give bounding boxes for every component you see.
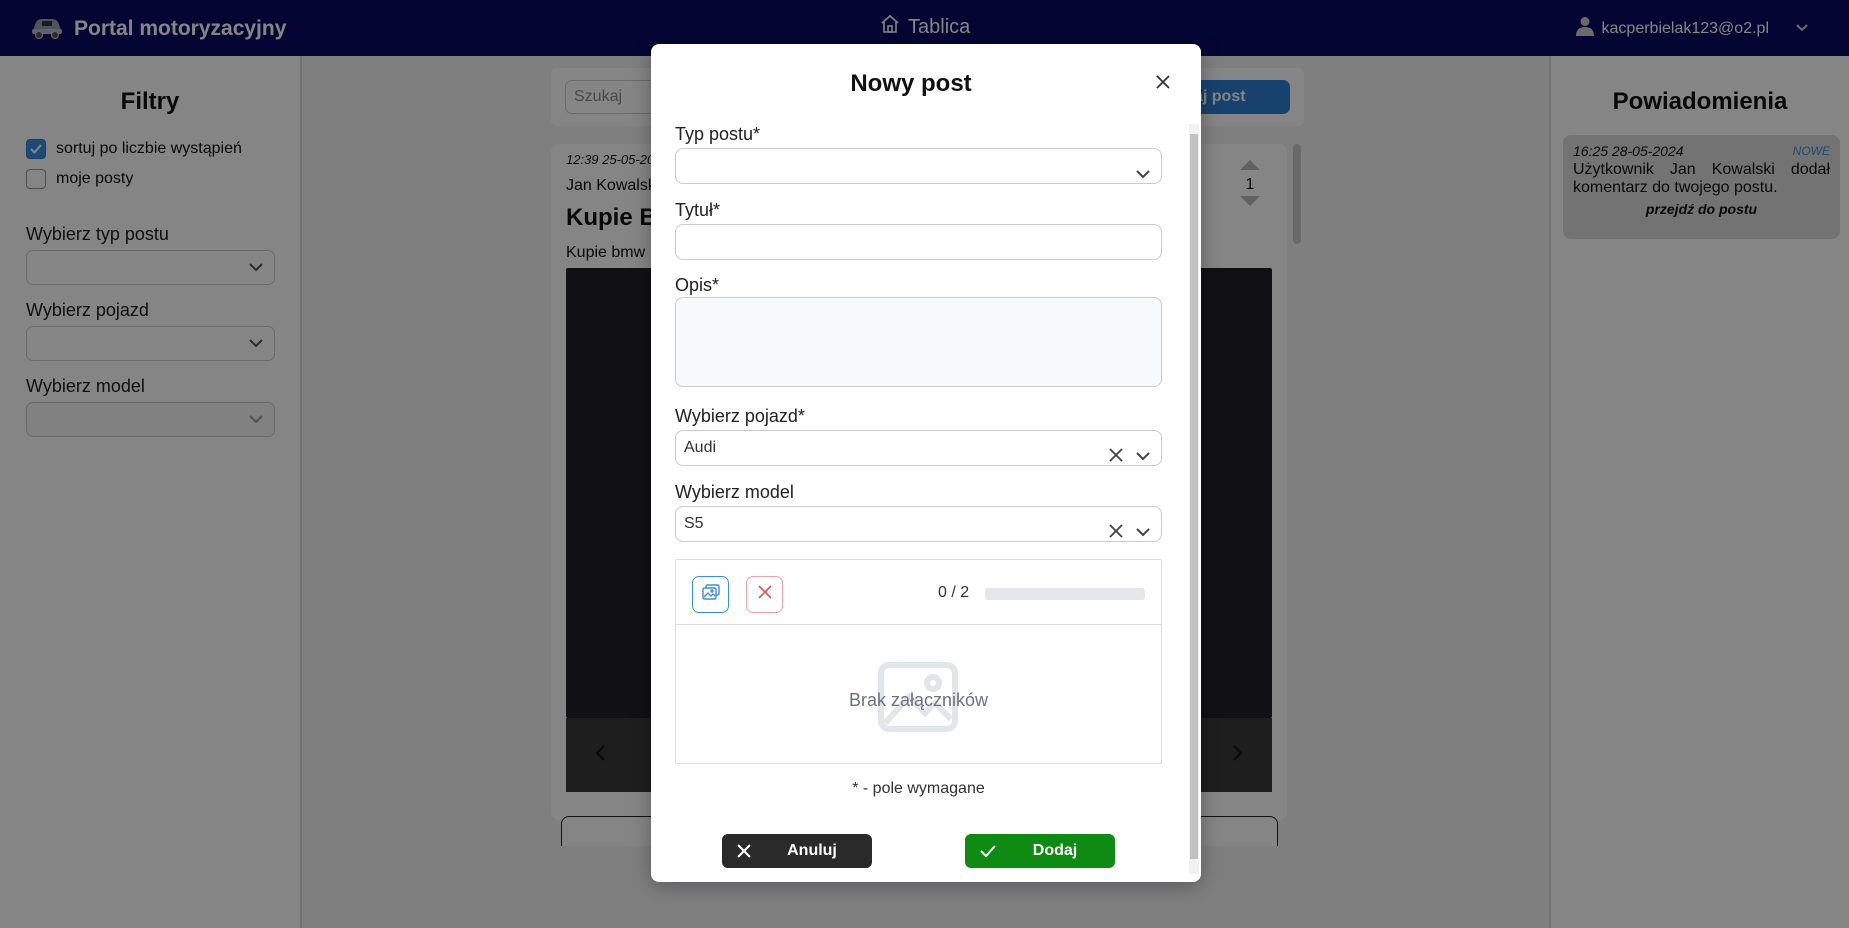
clear-attachments-button[interactable] (746, 576, 783, 613)
chevron-down-icon (1135, 159, 1151, 192)
images-icon (701, 584, 720, 605)
new-post-modal: Nowy post Typ postu* Tytuł* Opis* Wybier… (651, 44, 1201, 882)
required-fields-note: * - pole wymagane (852, 780, 985, 797)
post-type-label: Typ postu* (675, 124, 761, 144)
description-label: Opis* (675, 275, 720, 295)
attachments-count: 0 / 2 (938, 584, 970, 601)
cancel-button-label: Anuluj (787, 842, 837, 859)
chevron-down-icon (1135, 441, 1151, 474)
modal-scrollbar-thumb[interactable] (1190, 134, 1198, 859)
model-label: Wybierz model (675, 482, 794, 502)
attachments-upload: 0 / 2 Brak załączników (675, 559, 1162, 764)
close-icon (757, 585, 772, 604)
modal-title: Nowy post (850, 70, 972, 97)
description-textarea[interactable] (675, 297, 1162, 387)
vehicle-select[interactable]: Audi (675, 430, 1162, 466)
choose-images-button[interactable] (692, 576, 729, 613)
model-select[interactable]: S5 (675, 506, 1162, 542)
model-value: S5 (684, 515, 704, 532)
attachments-progress-bar (985, 588, 1145, 600)
no-attachments-text: Brak załączników (848, 690, 989, 710)
clear-icon[interactable] (1109, 517, 1123, 550)
add-button-label: Dodaj (1032, 842, 1078, 859)
title-input[interactable] (675, 224, 1162, 260)
post-type-select[interactable] (675, 148, 1162, 184)
chevron-down-icon (1135, 517, 1151, 550)
close-icon[interactable] (1155, 74, 1171, 95)
add-button[interactable]: Dodaj (965, 834, 1115, 868)
attachments-toolbar: 0 / 2 (676, 560, 1161, 625)
title-label: Tytuł* (675, 200, 721, 220)
vehicle-label: Wybierz pojazd* (675, 406, 805, 426)
vehicle-value: Audi (684, 439, 717, 456)
modal-scrollbar[interactable] (1189, 124, 1199, 874)
cancel-button[interactable]: Anuluj (722, 834, 872, 868)
clear-icon[interactable] (1109, 441, 1123, 474)
